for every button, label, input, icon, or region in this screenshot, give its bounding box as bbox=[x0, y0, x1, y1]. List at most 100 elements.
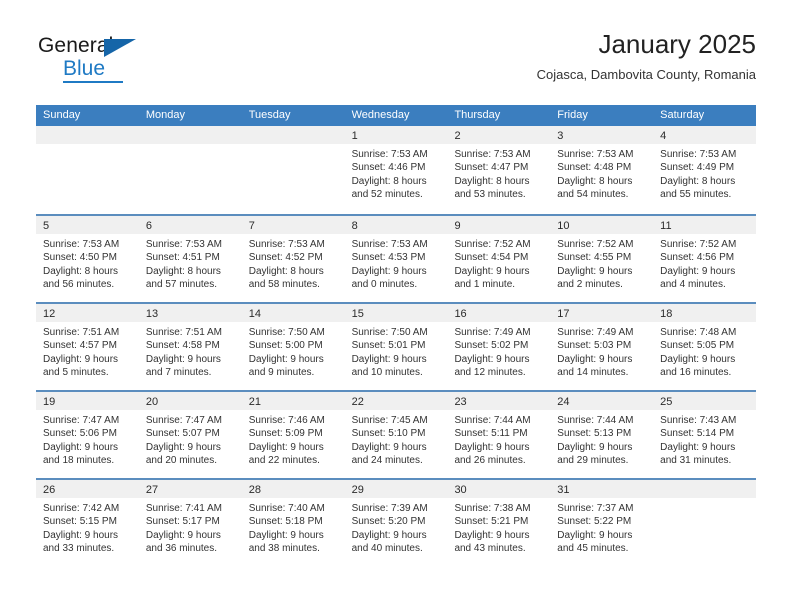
daylight-text-line2: and 33 minutes. bbox=[43, 543, 115, 555]
calendar-day-cell[interactable]: 21 Sunrise: 7:46 AM Sunset: 5:09 PM Dayligh… bbox=[241, 392, 345, 478]
logo-text-blue: Blue bbox=[63, 57, 106, 80]
day-number-strip: 1 bbox=[344, 126, 448, 144]
calendar-week-row: 5 Sunrise: 7:53 AM Sunset: 4:50 PM Daylight… bbox=[36, 214, 757, 302]
calendar-day-cell[interactable]: 10 Sunrise: 7:52 AM Sunset: 4:55 PM Dayligh… bbox=[550, 216, 654, 302]
calendar-day-cell[interactable]: 25 Sunrise: 7:43 AM Sunset: 5:14 PM Dayligh… bbox=[653, 392, 757, 478]
daylight-text-line1: Daylight: 9 hours bbox=[351, 529, 427, 541]
day-number: 26 bbox=[43, 484, 56, 496]
calendar-day-cell[interactable]: 17 Sunrise: 7:49 AM Sunset: 5:03 PM Dayligh… bbox=[550, 304, 654, 390]
day-number-strip: 28 bbox=[241, 480, 345, 498]
day-details: Sunrise: 7:42 AM Sunset: 5:15 PM Daylight:… bbox=[36, 498, 139, 556]
day-details: Sunrise: 7:53 AM Sunset: 4:53 PM Daylight:… bbox=[345, 234, 448, 292]
calendar-day-cell[interactable]: 5 Sunrise: 7:53 AM Sunset: 4:50 PM Daylight… bbox=[36, 216, 139, 302]
day-number: 30 bbox=[454, 484, 467, 496]
calendar-day-cell[interactable]: 20 Sunrise: 7:47 AM Sunset: 5:07 PM Dayligh… bbox=[138, 392, 242, 478]
sunset-text: Sunset: 5:07 PM bbox=[145, 428, 220, 440]
sunrise-text: Sunrise: 7:53 AM bbox=[557, 149, 634, 160]
calendar-day-cell[interactable]: 1 Sunrise: 7:53 AM Sunset: 4:46 PM Daylight… bbox=[344, 126, 448, 214]
calendar-day-cell[interactable]: 2 Sunrise: 7:53 AM Sunset: 4:47 PM Daylight… bbox=[447, 126, 551, 214]
day-details: Sunrise: 7:53 AM Sunset: 4:47 PM Daylight:… bbox=[447, 144, 550, 202]
calendar-day-cell[interactable]: 23 Sunrise: 7:44 AM Sunset: 5:11 PM Dayligh… bbox=[447, 392, 551, 478]
day-number: 22 bbox=[351, 396, 364, 408]
sunrise-text: Sunrise: 7:53 AM bbox=[454, 149, 531, 160]
day-number-strip: 2 bbox=[447, 126, 551, 144]
daylight-text-line2: and 52 minutes. bbox=[351, 189, 423, 201]
calendar-day-cell[interactable]: 26 Sunrise: 7:42 AM Sunset: 5:15 PM Dayligh… bbox=[36, 480, 139, 566]
calendar-day-cell[interactable]: 9 Sunrise: 7:52 AM Sunset: 4:54 PM Daylight… bbox=[447, 216, 551, 302]
calendar-day-cell[interactable]: 29 Sunrise: 7:39 AM Sunset: 5:20 PM Dayligh… bbox=[344, 480, 448, 566]
sunrise-text: Sunrise: 7:44 AM bbox=[557, 415, 634, 426]
calendar-week-row: 26 Sunrise: 7:42 AM Sunset: 5:15 PM Dayligh… bbox=[36, 478, 757, 566]
daylight-text-line2: and 55 minutes. bbox=[660, 189, 732, 201]
calendar-day-cell[interactable]: 13 Sunrise: 7:51 AM Sunset: 4:58 PM Dayligh… bbox=[138, 304, 242, 390]
day-number-strip: 21 bbox=[241, 392, 345, 410]
calendar-day-cell[interactable]: 19 Sunrise: 7:47 AM Sunset: 5:06 PM Dayligh… bbox=[36, 392, 139, 478]
day-number: 16 bbox=[454, 308, 467, 320]
calendar-day-cell[interactable]: 16 Sunrise: 7:49 AM Sunset: 5:02 PM Dayligh… bbox=[447, 304, 551, 390]
calendar-day-cell[interactable]: 27 Sunrise: 7:41 AM Sunset: 5:17 PM Dayligh… bbox=[138, 480, 242, 566]
daylight-text-line2: and 18 minutes. bbox=[43, 455, 115, 467]
daylight-text-line2: and 38 minutes. bbox=[248, 543, 320, 555]
day-details: Sunrise: 7:39 AM Sunset: 5:20 PM Daylight:… bbox=[345, 498, 448, 556]
day-number: 21 bbox=[248, 396, 261, 408]
sunset-text: Sunset: 5:00 PM bbox=[248, 340, 323, 352]
calendar-day-cell[interactable]: 15 Sunrise: 7:50 AM Sunset: 5:01 PM Dayligh… bbox=[344, 304, 448, 390]
calendar-day-cell[interactable]: 4 Sunrise: 7:53 AM Sunset: 4:49 PM Daylight… bbox=[653, 126, 757, 214]
day-details: Sunrise: 7:46 AM Sunset: 5:09 PM Daylight:… bbox=[242, 410, 345, 468]
day-number-strip: 18 bbox=[653, 304, 757, 322]
calendar-empty-cell bbox=[241, 126, 345, 214]
day-number-strip: 25 bbox=[653, 392, 757, 410]
calendar-empty-cell bbox=[36, 126, 139, 214]
sunset-text: Sunset: 4:51 PM bbox=[145, 252, 220, 264]
calendar-day-cell[interactable]: 24 Sunrise: 7:44 AM Sunset: 5:13 PM Dayligh… bbox=[550, 392, 654, 478]
day-details: Sunrise: 7:44 AM Sunset: 5:13 PM Daylight:… bbox=[550, 410, 653, 468]
sunset-text: Sunset: 5:13 PM bbox=[557, 428, 632, 440]
calendar-day-cell[interactable]: 6 Sunrise: 7:53 AM Sunset: 4:51 PM Daylight… bbox=[138, 216, 242, 302]
calendar-empty-cell bbox=[653, 480, 757, 566]
day-number-strip: 6 bbox=[138, 216, 242, 234]
daylight-text-line2: and 16 minutes. bbox=[660, 367, 732, 379]
calendar-day-cell[interactable]: 22 Sunrise: 7:45 AM Sunset: 5:10 PM Dayligh… bbox=[344, 392, 448, 478]
calendar-day-cell[interactable]: 18 Sunrise: 7:48 AM Sunset: 5:05 PM Dayligh… bbox=[653, 304, 757, 390]
daylight-text-line1: Daylight: 8 hours bbox=[145, 265, 221, 277]
calendar-day-cell[interactable]: 3 Sunrise: 7:53 AM Sunset: 4:48 PM Daylight… bbox=[550, 126, 654, 214]
weekday-header-sunday: Sunday bbox=[43, 109, 81, 121]
sunrise-text: Sunrise: 7:53 AM bbox=[660, 149, 737, 160]
calendar-day-cell[interactable]: 7 Sunrise: 7:53 AM Sunset: 4:52 PM Daylight… bbox=[241, 216, 345, 302]
day-number-strip: 22 bbox=[344, 392, 448, 410]
calendar-day-cell[interactable]: 14 Sunrise: 7:50 AM Sunset: 5:00 PM Dayligh… bbox=[241, 304, 345, 390]
sunset-text: Sunset: 4:56 PM bbox=[660, 252, 735, 264]
daylight-text-line1: Daylight: 9 hours bbox=[145, 441, 221, 453]
day-number: 28 bbox=[248, 484, 261, 496]
day-details: Sunrise: 7:53 AM Sunset: 4:49 PM Daylight:… bbox=[653, 144, 756, 202]
day-number: 17 bbox=[557, 308, 570, 320]
day-details: Sunrise: 7:47 AM Sunset: 5:07 PM Daylight:… bbox=[139, 410, 242, 468]
calendar-empty-cell bbox=[138, 126, 242, 214]
calendar-day-cell[interactable]: 28 Sunrise: 7:40 AM Sunset: 5:18 PM Dayligh… bbox=[241, 480, 345, 566]
daylight-text-line1: Daylight: 8 hours bbox=[248, 265, 324, 277]
daylight-text-line2: and 4 minutes. bbox=[660, 279, 726, 291]
day-number: 8 bbox=[351, 220, 358, 232]
daylight-text-line1: Daylight: 9 hours bbox=[557, 529, 633, 541]
general-blue-logo[interactable]: General Blue bbox=[36, 34, 246, 88]
day-details: Sunrise: 7:45 AM Sunset: 5:10 PM Daylight:… bbox=[345, 410, 448, 468]
calendar-day-cell[interactable]: 12 Sunrise: 7:51 AM Sunset: 4:57 PM Dayligh… bbox=[36, 304, 139, 390]
calendar-day-cell[interactable]: 8 Sunrise: 7:53 AM Sunset: 4:53 PM Daylight… bbox=[344, 216, 448, 302]
daylight-text-line2: and 1 minute. bbox=[454, 279, 516, 291]
calendar-week-row: 19 Sunrise: 7:47 AM Sunset: 5:06 PM Dayligh… bbox=[36, 390, 757, 478]
daylight-text-line1: Daylight: 9 hours bbox=[660, 353, 736, 365]
sunrise-text: Sunrise: 7:39 AM bbox=[351, 503, 428, 514]
weekday-header-wednesday: Wednesday bbox=[351, 109, 410, 121]
calendar-day-cell[interactable]: 30 Sunrise: 7:38 AM Sunset: 5:21 PM Dayligh… bbox=[447, 480, 551, 566]
calendar-day-cell[interactable]: 31 Sunrise: 7:37 AM Sunset: 5:22 PM Dayligh… bbox=[550, 480, 654, 566]
daylight-text-line2: and 58 minutes. bbox=[248, 279, 320, 291]
weekday-header-row: Sunday Monday Tuesday Wednesday Thursday Frid… bbox=[36, 105, 756, 126]
day-number-strip: 8 bbox=[344, 216, 448, 234]
daylight-text-line2: and 53 minutes. bbox=[454, 189, 526, 201]
calendar-day-cell[interactable]: 11 Sunrise: 7:52 AM Sunset: 4:56 PM Dayligh… bbox=[653, 216, 757, 302]
day-number-strip bbox=[138, 126, 242, 144]
calendar-weeks: 1 Sunrise: 7:53 AM Sunset: 4:46 PM Daylight… bbox=[36, 126, 757, 566]
sunset-text: Sunset: 4:53 PM bbox=[351, 252, 426, 264]
day-number: 2 bbox=[454, 130, 461, 142]
sunset-text: Sunset: 4:48 PM bbox=[557, 162, 632, 174]
